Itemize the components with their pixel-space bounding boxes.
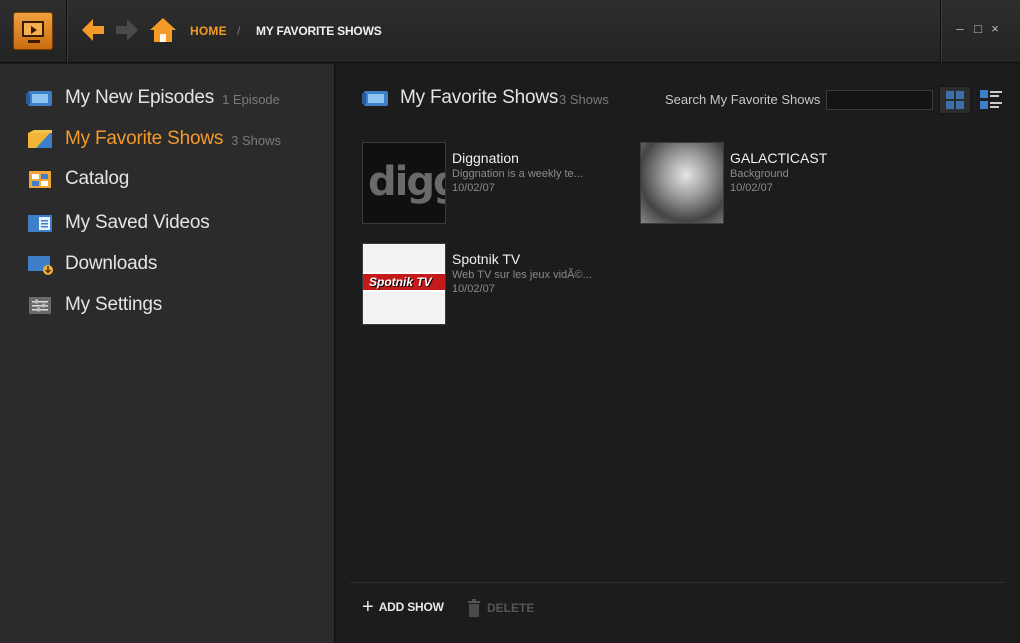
settings-icon (29, 297, 51, 314)
list-view-icon[interactable] (978, 88, 1004, 112)
show-item[interactable]: Spotnik TV Spotnik TV Web TV sur les jeu… (362, 243, 622, 327)
home-icon[interactable] (148, 16, 178, 44)
favorite-shows-icon (362, 91, 388, 106)
divider (940, 0, 941, 63)
sidebar-item-downloads[interactable]: Downloads (26, 249, 157, 279)
title-bar: HOME / MY FAVORITE SHOWS – □ × (0, 0, 1020, 63)
divider (66, 0, 67, 63)
search-label: Search My Favorite Shows (665, 92, 821, 107)
show-thumbnail-logo: Spotnik TV (369, 275, 432, 289)
plus-icon: + (362, 596, 374, 618)
breadcrumb-home-link[interactable]: HOME (190, 24, 227, 38)
saved-videos-icon (28, 215, 52, 232)
sidebar-item-saved-videos[interactable]: My Saved Videos (26, 208, 210, 238)
page-title: My Favorite Shows (400, 87, 559, 108)
minimize-button[interactable]: – (953, 22, 967, 36)
sidebar-item-label: My Saved Videos (65, 212, 210, 233)
sidebar-item-label: Catalog (65, 168, 130, 189)
grid-view-icon (946, 91, 964, 109)
trash-icon (468, 599, 480, 617)
show-thumbnail[interactable]: Spotnik TV (362, 243, 446, 325)
show-description: Background (730, 168, 789, 180)
show-thumbnail[interactable] (640, 142, 724, 224)
add-show-button[interactable]: + ADD SHOW (362, 596, 444, 618)
downloads-icon (28, 256, 53, 275)
delete-label: DELETE (487, 601, 535, 615)
catalog-icon (29, 171, 51, 188)
breadcrumb-current: MY FAVORITE SHOWS (256, 24, 382, 38)
sidebar-item-count: 3 Shows (231, 133, 282, 148)
show-description: Diggnation is a weekly te... (452, 168, 583, 180)
add-show-label: ADD SHOW (378, 600, 444, 614)
sidebar: My New Episodes 1 Episode My Favorite Sh… (0, 64, 335, 643)
new-episodes-icon (26, 91, 52, 106)
breadcrumb-separator: / (237, 24, 241, 38)
maximize-button[interactable]: □ (971, 22, 985, 36)
app-logo-icon[interactable] (13, 12, 53, 50)
sidebar-item-label: My Settings (65, 294, 163, 315)
sidebar-item-label: My New Episodes (65, 87, 215, 108)
show-item[interactable]: digg Diggnation Diggnation is a weekly t… (362, 142, 622, 226)
sidebar-item-catalog[interactable]: Catalog (26, 164, 129, 194)
close-button[interactable]: × (988, 22, 1002, 36)
grid-view-button[interactable] (939, 86, 971, 114)
show-item[interactable]: GALACTICAST Background 10/02/07 (640, 142, 900, 226)
show-title[interactable]: Spotnik TV (452, 251, 520, 267)
main-panel: My Favorite Shows 3 Shows Search My Favo… (336, 64, 1020, 643)
favorite-shows-icon (28, 130, 52, 148)
show-title[interactable]: GALACTICAST (730, 150, 827, 166)
forward-arrow-icon[interactable] (114, 16, 140, 44)
sidebar-item-label: Downloads (65, 253, 158, 274)
show-thumbnail[interactable]: digg (362, 142, 446, 224)
show-count: 3 Shows (559, 92, 609, 107)
show-description: Web TV sur les jeux vidÃ©... (452, 269, 592, 281)
show-thumbnail-logo: digg (368, 159, 445, 205)
divider (350, 582, 1005, 583)
sidebar-item-settings[interactable]: My Settings (26, 290, 162, 320)
delete-button[interactable]: DELETE (467, 599, 534, 617)
show-date: 10/02/07 (452, 182, 495, 194)
show-title[interactable]: Diggnation (452, 150, 519, 166)
sidebar-item-label: My Favorite Shows (65, 128, 224, 149)
search-input[interactable] (826, 90, 933, 110)
back-arrow-icon[interactable] (80, 16, 106, 44)
show-date: 10/02/07 (452, 283, 495, 295)
show-date: 10/02/07 (730, 182, 773, 194)
sidebar-item-new-episodes[interactable]: My New Episodes 1 Episode (26, 83, 280, 113)
sidebar-item-favorite-shows[interactable]: My Favorite Shows 3 Shows (26, 124, 281, 154)
sidebar-item-count: 1 Episode (222, 92, 280, 107)
